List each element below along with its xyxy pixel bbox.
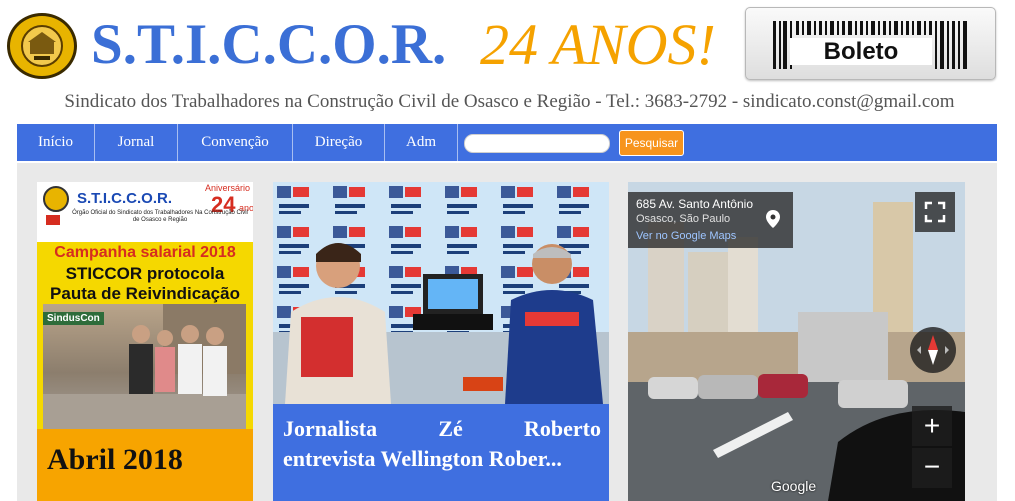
nav-item-jornal[interactable]: Jornal — [95, 124, 178, 161]
anniversary-title: 24 ANOS! — [480, 12, 716, 77]
fullscreen-icon — [924, 201, 946, 223]
video-news-title[interactable]: Jornalista Zé Roberto entrevista Welling… — [283, 414, 601, 474]
studio-photo — [273, 182, 609, 404]
studio-scene-icon — [273, 182, 609, 404]
boleto-label: Boleto — [790, 38, 932, 65]
video-title-line-2: entrevista Wellington Rober... — [283, 446, 562, 471]
video-news-card[interactable]: Jornalista Zé Roberto entrevista Welling… — [273, 182, 609, 501]
main-navbar: Início Jornal Convenção Direção Adm Pesq… — [17, 124, 997, 161]
zoom-in-button[interactable]: + — [912, 406, 952, 446]
video-title-word-1: Jornalista — [283, 416, 378, 441]
compass-button[interactable] — [910, 327, 956, 373]
street-view-map[interactable]: 685 Av. Santo Antônio Osasco, São Paulo … — [628, 182, 965, 501]
view-on-google-maps-link[interactable]: Ver no Google Maps — [636, 230, 736, 242]
newspaper-brand: S.T.I.C.C.O.R. — [77, 190, 173, 207]
nav-item-inicio[interactable]: Início — [17, 124, 95, 161]
contact-subline: Sindicato dos Trabalhadores na Construçã… — [64, 91, 955, 112]
street-view-info-panel: 685 Av. Santo Antônio Osasco, São Paulo … — [628, 192, 793, 248]
nav-item-convencao[interactable]: Convenção — [178, 124, 293, 161]
fullscreen-button[interactable] — [915, 192, 955, 232]
sticcor-logo[interactable] — [7, 13, 77, 79]
boleto-button[interactable]: Boleto — [745, 7, 996, 80]
zoom-out-button[interactable]: − — [912, 448, 952, 488]
video-title-word-2: Zé — [438, 416, 463, 441]
map-pin-icon[interactable] — [766, 210, 780, 228]
street-view-address: 685 Av. Santo Antônio — [636, 197, 753, 211]
newspaper-logo-icon — [43, 186, 69, 212]
video-title-word-3: Roberto — [524, 416, 601, 441]
newspaper-card[interactable]: S.T.I.C.C.O.R. Aniversário 24 anos Órgão… — [37, 182, 253, 501]
newspaper-headline-1: Campanha salarial 2018 — [54, 244, 236, 261]
nav-item-direcao[interactable]: Direção — [293, 124, 385, 161]
site-brand-title: S.T.I.C.C.O.R. — [91, 13, 447, 76]
newspaper-headline-3: Pauta de Reivindicação — [50, 284, 240, 303]
nav-item-adm[interactable]: Adm — [385, 124, 458, 161]
search-input[interactable] — [464, 134, 610, 153]
logo-emblem-icon — [21, 25, 63, 67]
google-logo: Google — [771, 478, 817, 494]
newspaper-subtitle: Órgão Oficial do Sindicato dos Trabalhad… — [72, 210, 248, 223]
street-view-city: Osasco, São Paulo — [636, 213, 731, 225]
compass-icon — [917, 335, 949, 365]
search-button[interactable]: Pesquisar — [619, 130, 684, 156]
newspaper-photo: SindusCon — [43, 304, 246, 429]
newspaper-date-caption: Abril 2018 — [37, 429, 253, 501]
newspaper-flag-icon — [46, 215, 60, 225]
newspaper-headline-2: STICCOR protocola — [65, 264, 225, 283]
newspaper-photo-stamp: SindusCon — [43, 312, 104, 325]
